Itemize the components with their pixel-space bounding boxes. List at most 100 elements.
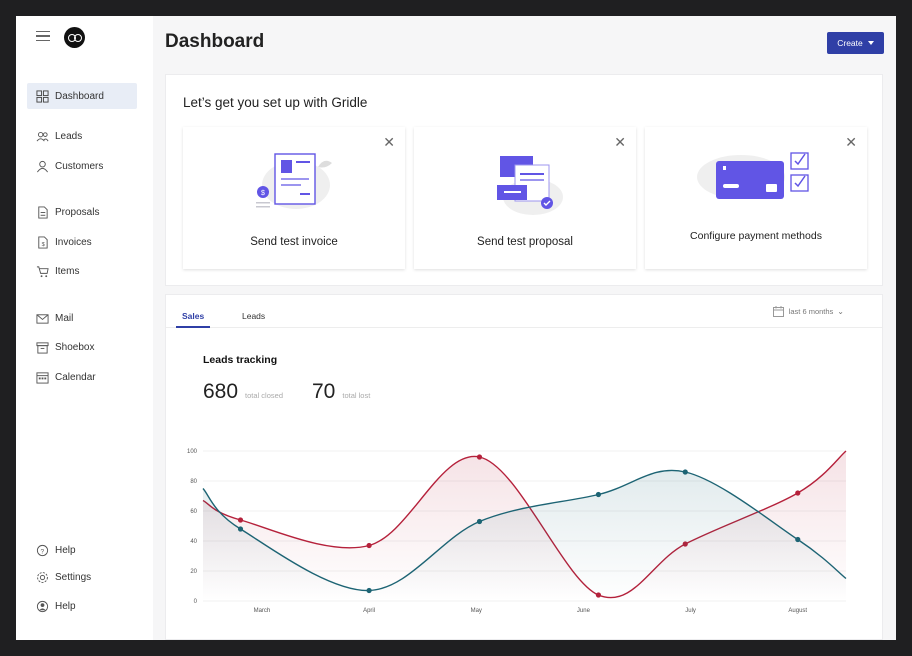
y-tick-label: 100	[187, 449, 198, 455]
customers-icon	[37, 160, 48, 172]
hamburger-menu-icon[interactable]	[36, 31, 50, 43]
sidebar-item-label: Calendar	[55, 371, 96, 383]
proposal-illustration-icon	[497, 156, 563, 215]
total-lost-value: 70	[312, 380, 336, 403]
sidebar-item-label: Dashboard	[55, 90, 104, 102]
data-point[interactable]	[366, 587, 372, 594]
total-closed-value: 680	[203, 380, 239, 403]
sidebar-item-settings[interactable]: Settings	[27, 564, 137, 590]
total-closed-stat: 680 total closed	[203, 380, 283, 404]
settings-icon	[37, 571, 48, 583]
sidebar-item-customers[interactable]: Customers	[27, 153, 137, 179]
create-button-label: Create	[837, 38, 863, 48]
leads-icon	[36, 131, 49, 141]
send-test-proposal-card[interactable]: ✕ Send test proposal	[414, 127, 636, 269]
sidebar-item-leads[interactable]: Leads	[27, 123, 137, 149]
series-area	[203, 470, 846, 601]
total-lost-stat: 70 total lost	[312, 380, 370, 404]
sidebar-item-label: Proposals	[55, 206, 100, 218]
data-point[interactable]	[476, 454, 483, 460]
invoice-illustration-icon: $	[256, 153, 332, 209]
sidebar-item-label: Help	[55, 600, 76, 612]
data-point[interactable]	[595, 491, 602, 498]
sidebar-item-label: Invoices	[55, 236, 92, 248]
sidebar-item-proposals[interactable]: Proposals	[27, 199, 137, 225]
x-tick-label: March	[254, 608, 271, 614]
sidebar-item-label: Help	[55, 544, 76, 556]
send-test-invoice-card[interactable]: ✕ $ Send test invoice	[183, 127, 405, 269]
y-tick-label: 0	[194, 599, 198, 605]
active-tab-indicator	[176, 326, 210, 328]
x-tick-label: May	[471, 608, 482, 614]
y-tick-label: 20	[190, 569, 197, 575]
data-point[interactable]	[237, 526, 244, 532]
card-label: Send test invoice	[250, 236, 338, 248]
data-point[interactable]	[682, 469, 688, 475]
x-tick-label: July	[685, 608, 696, 614]
leads-tracking-chart: 0 20 40 60 80 100 March April May June July August	[187, 449, 847, 614]
mail-icon	[36, 313, 49, 324]
create-button[interactable]: Create	[827, 32, 884, 54]
data-point[interactable]	[366, 542, 372, 549]
gridle-logo[interactable]	[64, 27, 85, 48]
total-lost-caption: total lost	[342, 391, 371, 400]
close-icon[interactable]: ✕	[383, 135, 395, 149]
cart-icon	[36, 265, 49, 277]
y-tick-label: 60	[190, 509, 197, 515]
close-icon[interactable]: ✕	[845, 135, 857, 149]
sidebar-item-mail[interactable]: Mail	[27, 305, 137, 331]
data-point[interactable]	[476, 518, 483, 525]
sidebar-item-shoebox[interactable]: Shoebox	[27, 334, 137, 360]
app-window: Dashboard Leads Customers Proposals $ Invoice…	[16, 16, 896, 640]
sidebar-item-calendar[interactable]: Calendar	[27, 364, 137, 390]
close-icon[interactable]: ✕	[614, 135, 626, 149]
sidebar-item-label: Items	[55, 265, 80, 277]
configure-payment-methods-card[interactable]: ✕ Configure payment methods	[645, 127, 867, 269]
dashboard-icon	[36, 89, 49, 103]
y-tick-label: 80	[190, 479, 197, 485]
sidebar: Dashboard Leads Customers Proposals $ Invoice…	[16, 16, 153, 640]
sidebar-item-label: Customers	[55, 160, 104, 172]
x-tick-label: April	[363, 608, 375, 614]
sidebar-item-label: Shoebox	[55, 341, 95, 353]
calendar-icon	[772, 306, 784, 317]
date-range-label: last 6 months	[788, 307, 834, 316]
proposals-icon	[38, 205, 48, 219]
tab-bar: Sales Leads last 6 months ⌄	[166, 295, 882, 328]
setup-panel: Let’s get you set up with Gridle ✕ $ Sen…	[165, 74, 883, 286]
page-title: Dashboard	[165, 31, 265, 52]
setup-title: Let’s get you set up with Gridle	[183, 95, 368, 110]
sales-leads-panel: Sales Leads last 6 months ⌄ Leads tracki…	[165, 294, 883, 640]
sidebar-item-help[interactable]: ? Help	[27, 537, 137, 563]
user-icon	[36, 600, 49, 612]
card-label: Configure payment methods	[690, 230, 822, 242]
y-tick-label: 40	[190, 539, 197, 545]
sidebar-item-label: Leads	[55, 130, 83, 142]
caret-down-icon	[867, 41, 874, 45]
tab-leads[interactable]: Leads	[242, 311, 265, 321]
sidebar-item-label: Mail	[55, 312, 74, 324]
svg-text:$: $	[261, 190, 265, 197]
data-point[interactable]	[795, 536, 801, 543]
data-point[interactable]	[237, 517, 244, 523]
svg-text:?: ?	[40, 548, 44, 555]
x-tick-label: June	[577, 608, 591, 614]
sidebar-item-items[interactable]: Items	[27, 258, 137, 284]
payment-methods-illustration-icon	[697, 152, 809, 199]
total-closed-caption: total closed	[245, 391, 283, 400]
sidebar-item-invoices[interactable]: $ Invoices	[27, 229, 137, 255]
card-label: Send test proposal	[477, 236, 573, 248]
shoebox-icon	[36, 341, 49, 354]
main-content: Dashboard Create Let’s get you set up wi…	[153, 16, 896, 640]
help-icon: ?	[36, 544, 49, 556]
tab-sales[interactable]: Sales	[182, 311, 204, 321]
date-range-selector[interactable]: last 6 months ⌄	[772, 306, 844, 317]
data-point[interactable]	[795, 490, 801, 496]
calendar-icon	[36, 371, 49, 384]
sidebar-item-help[interactable]: Help	[27, 593, 137, 619]
invoices-icon: $	[38, 235, 48, 249]
sidebar-item-dashboard[interactable]: Dashboard	[27, 83, 137, 109]
svg-text:$: $	[42, 242, 45, 248]
x-tick-label: August	[788, 608, 807, 614]
chevron-down-icon: ⌄	[837, 307, 844, 316]
